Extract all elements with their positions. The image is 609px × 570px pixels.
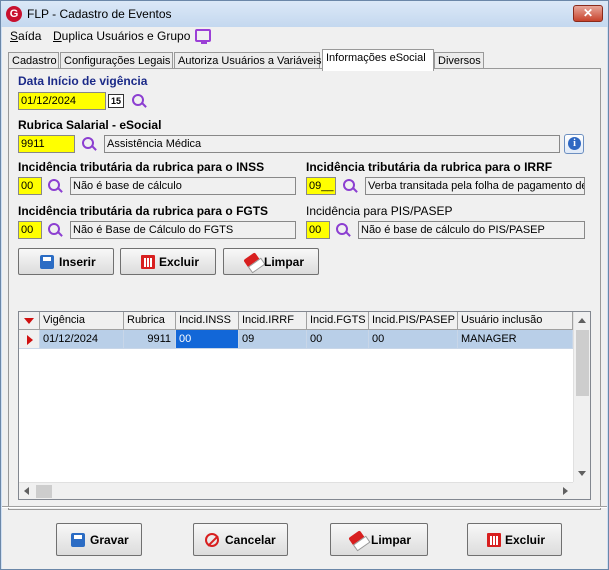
pis-label: Incidência para PIS/PASEP [306,204,453,218]
rubrica-label: Rubrica Salarial - eSocial [18,118,162,132]
scroll-down-icon[interactable] [578,471,586,476]
cell-incid-pis[interactable]: 00 [369,330,458,349]
scroll-corner [573,482,590,499]
scroll-up-icon[interactable] [578,318,586,323]
menu-saida-mnemonic: S [10,29,19,43]
calendar-icon[interactable]: 15 [108,94,124,108]
pis-desc-field: Não é base de cálculo do PIS/PASEP [358,221,585,239]
rubrica-search-icon[interactable] [81,136,97,152]
cell-incid-inss[interactable]: 00 [176,330,239,349]
info-button[interactable]: i [564,134,584,154]
cancel-icon [205,533,219,547]
monitor-icon[interactable] [195,29,211,44]
scroll-right-icon[interactable] [563,487,568,495]
inss-code-input[interactable]: 00 [18,177,42,195]
inserir-button[interactable]: Inserir [18,248,114,275]
title-bar: G FLP - Cadastro de Eventos ✕ [1,1,608,27]
trash-icon [141,255,155,269]
client-area: Cadastro Configurações Legais Autoriza U… [2,46,607,569]
current-row-arrow-icon [19,330,40,349]
limpar-grid-button[interactable]: Limpar [223,248,319,275]
close-button[interactable]: ✕ [573,5,603,22]
vertical-scroll-thumb[interactable] [576,330,589,396]
data-inicio-label: Data Início de vigência [18,74,148,88]
limpar-label: Limpar [371,533,412,547]
col-usuario[interactable]: Usuário inclusão [458,312,573,330]
save-icon [71,533,85,547]
vertical-scrollbar[interactable] [573,312,590,482]
inss-label: Incidência tributária da rubrica para o … [18,160,265,174]
horizontal-scrollbar[interactable] [19,482,573,499]
irrf-search-icon[interactable] [342,178,358,194]
grid-header: Vigência Rubrica Incid.INSS Incid.IRRF I… [19,312,573,330]
col-incid-irrf[interactable]: Incid.IRRF [239,312,307,330]
col-rubrica[interactable]: Rubrica [124,312,176,330]
esocial-panel: Data Início de vigência 01/12/2024 15 Ru… [8,68,601,510]
save-icon [40,255,54,269]
fgts-desc-field: Não é Base de Cálculo do FGTS [70,221,296,239]
inss-search-icon[interactable] [47,178,63,194]
tab-informacoes-esocial[interactable]: Informações eSocial [322,49,434,71]
menu-saida-label: aída [18,29,42,43]
excluir-grid-button[interactable]: Excluir [120,248,216,275]
fgts-search-icon[interactable] [47,222,63,238]
cancelar-label: Cancelar [225,533,276,547]
table-row[interactable]: 01/12/2024 9911 00 09 00 00 MANAGER [19,330,573,349]
footer-divider [2,506,607,508]
fgts-label: Incidência tributária da rubrica para o … [18,204,269,218]
excluir-grid-label: Excluir [159,255,200,269]
gravar-label: Gravar [90,533,129,547]
col-incid-fgts[interactable]: Incid.FGTS [307,312,369,330]
scroll-left-icon[interactable] [24,487,29,495]
data-inicio-input[interactable]: 01/12/2024 [18,92,106,110]
col-incid-inss[interactable]: Incid.INSS [176,312,239,330]
cancelar-button[interactable]: Cancelar [193,523,288,556]
search-date-icon[interactable] [131,93,147,109]
inserir-label: Inserir [59,255,96,269]
cell-vigencia[interactable]: 01/12/2024 [40,330,124,349]
rubrica-desc-field: Assistência Médica [104,135,560,153]
pis-search-icon[interactable] [335,222,351,238]
rubrica-code-input[interactable]: 9911 [18,135,75,153]
cell-incid-irrf[interactable]: 09 [239,330,307,349]
excluir-label: Excluir [505,533,546,547]
pis-code-input[interactable]: 00 [306,221,330,239]
col-vigencia[interactable]: Vigência [40,312,124,330]
menu-duplica-usuarios[interactable]: Duplica Usuários e Grupo [53,29,190,43]
irrf-desc-field: Verba transitada pela folha de pagamento… [365,177,585,195]
irrf-code-input[interactable]: 09__ [306,177,336,195]
eraser-icon [348,530,368,550]
cell-rubrica[interactable]: 9911 [124,330,176,349]
inss-desc-field: Não é base de cálculo [70,177,296,195]
excluir-button[interactable]: Excluir [467,523,562,556]
info-icon: i [568,137,581,150]
eraser-icon [243,252,263,272]
trash-icon [487,533,501,547]
main-window: G FLP - Cadastro de Eventos ✕ Saída Dupl… [0,0,609,570]
window-title: FLP - Cadastro de Eventos [27,7,172,21]
menu-duplica-mnemonic: D [53,29,62,43]
menu-saida[interactable]: Saída [10,29,41,43]
fgts-code-input[interactable]: 00 [18,221,42,239]
col-incid-pis[interactable]: Incid.PIS/PASEP [369,312,458,330]
limpar-button[interactable]: Limpar [330,523,428,556]
sort-indicator-icon[interactable] [19,312,40,330]
irrf-label: Incidência tributária da rubrica para o … [306,160,553,174]
cell-usuario[interactable]: MANAGER [458,330,573,349]
cell-incid-fgts[interactable]: 00 [307,330,369,349]
menu-bar: Saída Duplica Usuários e Grupo [2,27,607,46]
limpar-grid-label: Limpar [264,255,305,269]
gravar-button[interactable]: Gravar [56,523,142,556]
menu-duplica-label: uplica Usuários e Grupo [61,29,191,43]
eventos-grid[interactable]: Vigência Rubrica Incid.INSS Incid.IRRF I… [18,311,591,500]
app-logo-icon: G [6,6,22,22]
horizontal-scroll-thumb[interactable] [36,485,52,498]
